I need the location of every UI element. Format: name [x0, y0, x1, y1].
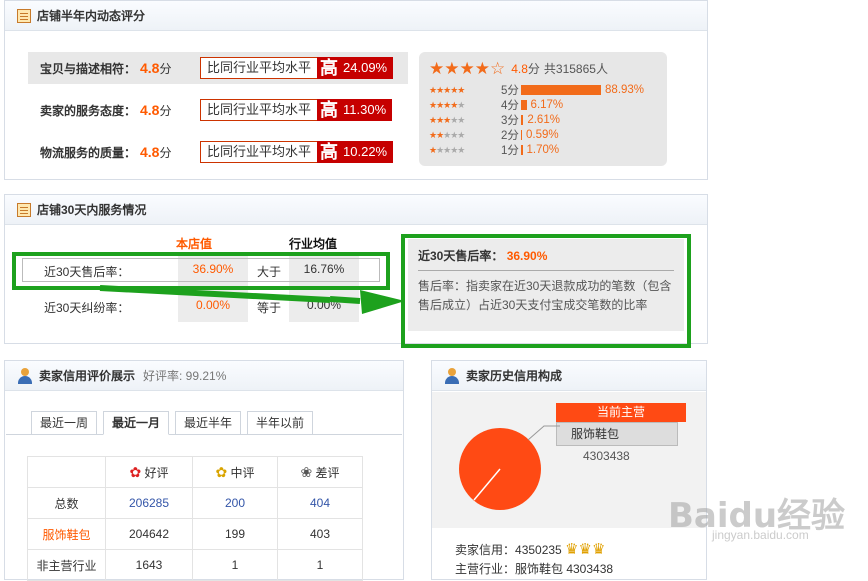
table-row: 非主营行业 1643 1 1 — [27, 549, 364, 581]
flower-yellow-icon: ✿ — [215, 463, 228, 480]
user-icon — [17, 367, 33, 384]
panel-header: 卖家历史信用构成 — [432, 361, 706, 391]
seller-credit: 卖家信用：4350235 ♛♛♛ — [455, 541, 606, 558]
credit-table: ✿ 好评 ✿ 中评 ❀ 差评 总数 206285 200 404 服饰鞋包 20… — [27, 456, 364, 581]
table-row: 服饰鞋包 204642 199 403 — [27, 518, 364, 550]
tab-halfyear[interactable]: 最近半年 — [175, 411, 242, 435]
good-rate: 好评率: 99.21% — [143, 369, 227, 383]
time-tabs: 最近一周 最近一月 最近半年 半年以前 — [31, 411, 319, 435]
panel-title: 卖家信用评价展示 — [39, 369, 136, 383]
panel-header: 卖家信用评价展示 好评率: 99.21% — [5, 361, 403, 391]
tip-title: 近30天售后率： 36.90% — [418, 247, 674, 271]
aftersale-tooltip: 近30天售后率： 36.90% 售后率：指卖家在近30天退款成功的笔数（包含售后… — [408, 239, 684, 331]
table-row: 总数 206285 200 404 — [27, 487, 364, 519]
flower-red-icon: ✿ — [129, 463, 142, 480]
pie-connector — [527, 425, 560, 441]
user-icon — [444, 367, 460, 384]
tip-desc: 售后率：指卖家在近30天退款成功的笔数（包含售后成立）占近30天支付宝成交笔数的… — [418, 279, 672, 312]
main-business-tag: 当前主营 — [556, 403, 686, 422]
panel-title: 卖家历史信用构成 — [466, 369, 563, 383]
main-industry: 主营行业：服饰鞋包 4303438 — [455, 562, 614, 576]
table-header: ✿ 好评 ✿ 中评 ❀ 差评 — [27, 456, 364, 488]
tab-week[interactable]: 最近一周 — [31, 411, 98, 435]
tab-month[interactable]: 最近一月 — [103, 411, 170, 435]
wilted-icon: ❀ — [300, 463, 313, 480]
tab-older[interactable]: 半年以前 — [247, 411, 314, 435]
main-business-box: 服饰鞋包4303438 — [556, 422, 678, 463]
watermark-url: jingyan.baidu.com — [712, 528, 809, 542]
crown-icon: ♛♛♛ — [565, 541, 606, 558]
